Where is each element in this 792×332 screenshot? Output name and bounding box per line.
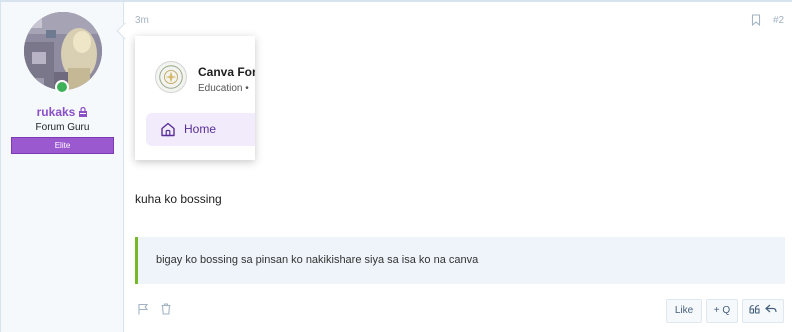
avatar-image	[24, 12, 102, 90]
user-title: Forum Guru	[35, 122, 90, 133]
post-main: 3m #2 Canva For Education • Home kuha ko…	[125, 2, 792, 332]
post-number[interactable]: #2	[773, 15, 784, 26]
user-banner: Elite	[11, 137, 114, 154]
like-button[interactable]: Like	[666, 299, 702, 323]
avatar[interactable]	[24, 12, 102, 90]
quote-button[interactable]: + Q	[706, 299, 738, 323]
bookmark-icon[interactable]	[751, 14, 761, 26]
quote-block: bigay ko bossing sa pinsan ko nakikishar…	[135, 237, 785, 284]
group-meta: Education •	[198, 83, 249, 94]
reply-actions[interactable]	[742, 299, 784, 323]
plus-icon: +	[713, 305, 720, 316]
user-cell: rukaks Forum Guru Elite	[1, 2, 134, 332]
nav-home-label: Home	[184, 122, 217, 136]
post-message: kuha ko bossing	[135, 192, 222, 206]
online-indicator-icon	[55, 80, 69, 94]
reply-icon[interactable]	[765, 304, 777, 314]
quote-marks-icon[interactable]	[749, 304, 761, 314]
lock-icon	[79, 107, 88, 117]
group-name: Canva For	[198, 65, 255, 79]
username[interactable]: rukaks	[1, 105, 124, 119]
embedded-screenshot: Canva For Education • Home	[135, 36, 255, 160]
username-text[interactable]: rukaks	[37, 105, 76, 119]
quote-text: bigay ko bossing sa pinsan ko nakikishar…	[156, 254, 479, 266]
group-logo	[155, 61, 187, 93]
flag-icon[interactable]	[137, 303, 149, 315]
quote-button-label: Q	[722, 305, 731, 316]
post-time[interactable]: 3m	[135, 15, 149, 26]
nav-home: Home	[146, 113, 255, 146]
home-icon	[161, 122, 175, 137]
forum-post: rukaks Forum Guru Elite 3m #2 Canva For …	[0, 2, 792, 332]
trash-icon[interactable]	[160, 303, 172, 315]
